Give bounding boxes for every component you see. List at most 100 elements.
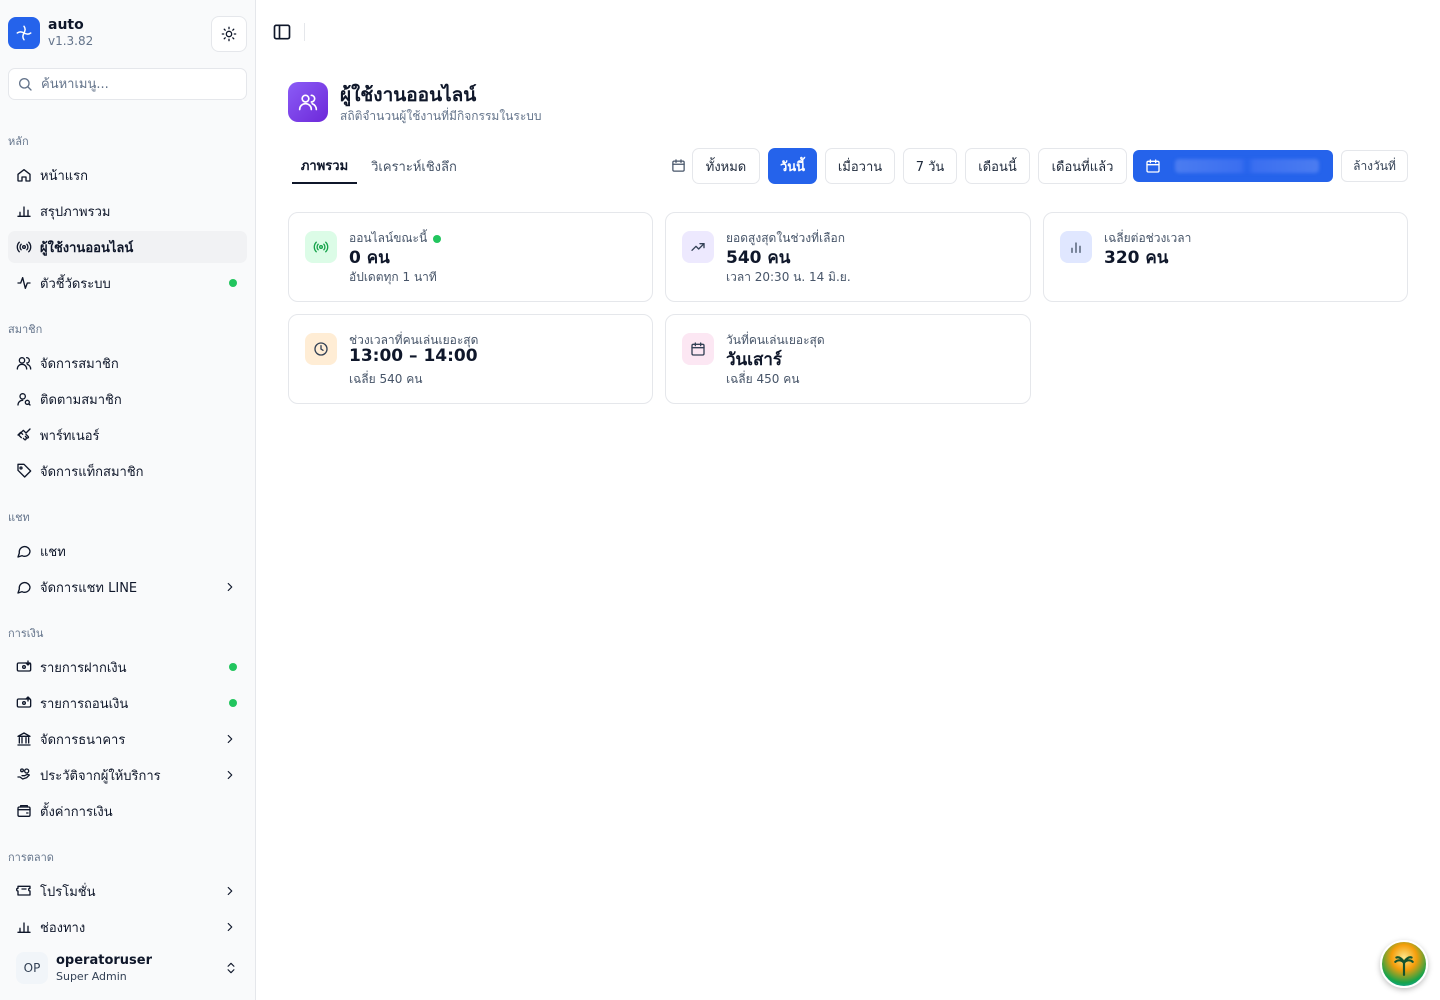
- chevron-right-icon: [223, 732, 237, 746]
- filter-today-button[interactable]: วันนี้: [768, 148, 817, 184]
- stat-card-online-now: ออนไลน์ขณะนี้ 0 คน อัปเดตทุก 1 นาที: [288, 212, 653, 302]
- sidebar-item-label: ประวัติจากผู้ให้บริการ: [40, 768, 161, 784]
- floating-assistant-button[interactable]: [1380, 940, 1428, 988]
- clear-dates-button[interactable]: ล้างวันที่: [1341, 150, 1408, 182]
- chevron-right-icon: [223, 580, 237, 594]
- sidebar-item-label: ติดตามสมาชิก: [40, 392, 122, 408]
- wallet-icon: [16, 803, 32, 819]
- stat-subtext: เวลา 20:30 น. 14 มิ.ย.: [726, 270, 851, 284]
- tab-overview[interactable]: ภาพรวม: [292, 148, 357, 184]
- app-version: v1.3.82: [48, 34, 94, 48]
- user-menu[interactable]: OP operatoruser Super Admin: [8, 948, 248, 988]
- users-icon: [288, 82, 328, 122]
- users-icon: [16, 355, 32, 371]
- date-range-picker[interactable]: [1133, 150, 1333, 182]
- chevron-right-icon: [223, 920, 237, 934]
- sidebar-item-label: ตั้งค่าการเงิน: [40, 804, 113, 820]
- broadcast-icon: [16, 239, 32, 255]
- status-dot: [229, 699, 237, 707]
- chevrons-up-down-icon: [224, 960, 238, 980]
- sidebar-item[interactable]: ตัวชี้วัดระบบ: [8, 267, 247, 299]
- sidebar-item-label: พาร์ทเนอร์: [40, 428, 100, 444]
- theme-toggle-button[interactable]: [211, 16, 247, 52]
- stat-subtext: เฉลี่ย 540 คน: [349, 372, 423, 386]
- sidebar-item[interactable]: ผู้ใช้งานออนไลน์: [8, 231, 247, 263]
- sidebar-item-label: ช่องทาง: [40, 920, 86, 936]
- sidebar-item[interactable]: พาร์ทเนอร์: [8, 419, 247, 451]
- chevron-right-icon: [223, 768, 237, 782]
- sidebar-item[interactable]: หน้าแรก: [8, 159, 247, 191]
- app-logo-icon: [8, 17, 40, 49]
- stat-card-peak-day: วันที่คนเล่นเยอะสุด วันเสาร์ เฉลี่ย 450 …: [665, 314, 1031, 404]
- bar-chart-icon: [16, 203, 32, 219]
- broadcast-icon: [305, 231, 337, 263]
- status-dot: [229, 663, 237, 671]
- sidebar-item-label: รายการฝากเงิน: [40, 660, 127, 676]
- sidebar-item[interactable]: จัดการแท็กสมาชิก: [8, 455, 247, 487]
- deposit-icon: [16, 659, 32, 675]
- chevron-right-icon: [223, 884, 237, 898]
- stat-value: วันเสาร์: [726, 350, 783, 370]
- trending-up-icon: [682, 231, 714, 263]
- home-icon: [16, 167, 32, 183]
- sidebar-item-label: สรุปภาพรวม: [40, 204, 111, 220]
- filter-this-month-button[interactable]: เดือนนี้: [965, 148, 1030, 184]
- stat-subtext: อัปเดตทุก 1 นาที: [349, 270, 437, 284]
- sidebar-item[interactable]: รายการฝากเงิน: [8, 651, 247, 683]
- sidebar-item-label: ผู้ใช้งานออนไลน์: [40, 240, 134, 256]
- nav-group-label: การเงิน: [8, 627, 44, 640]
- stat-subtext: เฉลี่ย 450 คน: [726, 372, 800, 386]
- stat-value: 540 คน: [726, 248, 791, 268]
- calendar-icon: [1146, 159, 1160, 173]
- bar-chart-icon: [1060, 231, 1092, 263]
- sidebar-item-label: จัดการธนาคาร: [40, 732, 126, 748]
- sidebar-item-label: รายการถอนเงิน: [40, 696, 129, 712]
- avatar: OP: [16, 952, 48, 984]
- menu-search[interactable]: [8, 68, 247, 100]
- sidebar-item[interactable]: ประวัติจากผู้ให้บริการ: [8, 759, 247, 791]
- page-subtitle: สถิติจำนวนผู้ใช้งานที่มีกิจกรรมในระบบ: [340, 109, 542, 123]
- filter-yesterday-button[interactable]: เมื่อวาน: [825, 148, 895, 184]
- sidebar-toggle-button[interactable]: [272, 22, 292, 42]
- handshake-icon: [16, 427, 32, 443]
- panel-left-icon: [273, 24, 291, 40]
- tag-icon: [16, 463, 32, 479]
- sidebar-item[interactable]: รายการถอนเงิน: [8, 687, 247, 719]
- bank-icon: [16, 731, 32, 747]
- sidebar-item-label: โปรโมชั่น: [40, 884, 96, 900]
- sidebar-item[interactable]: แชท: [8, 535, 247, 567]
- search-icon: [19, 78, 32, 91]
- clock-icon: [305, 333, 337, 365]
- stat-card-peak-time: ช่วงเวลาที่คนเล่นเยอะสุด 13:00 – 14:00 เ…: [288, 314, 653, 404]
- filter-last-month-button[interactable]: เดือนที่แล้ว: [1038, 148, 1127, 184]
- sidebar-item[interactable]: จัดการสมาชิก: [8, 347, 247, 379]
- menu-search-input[interactable]: [41, 76, 231, 92]
- stat-value: 320 คน: [1104, 248, 1169, 268]
- activity-icon: [16, 275, 32, 291]
- sidebar-item[interactable]: ติดตามสมาชิก: [8, 383, 247, 415]
- sidebar-item[interactable]: ช่องทาง: [8, 911, 247, 943]
- message-circle-icon: [16, 579, 32, 595]
- sidebar-item-label: จัดการแท็กสมาชิก: [40, 464, 144, 480]
- date-range-value: [1175, 159, 1319, 173]
- sidebar: auto v1.3.82 หลักหน้าแรกสรุปภาพรวมผู้ใช้…: [0, 0, 256, 1000]
- tab-deep-analysis[interactable]: วิเคราะห์เชิงลึก: [364, 148, 464, 184]
- sidebar-item[interactable]: ตั้งค่าการเงิน: [8, 795, 247, 827]
- stat-value: 13:00 – 14:00: [349, 346, 478, 366]
- calendar-icon: [671, 158, 686, 177]
- palm-tree-icon: [1394, 956, 1414, 976]
- sidebar-item-label: จัดการสมาชิก: [40, 356, 119, 372]
- filter-7days-button[interactable]: 7 วัน: [903, 148, 957, 184]
- sidebar-item[interactable]: จัดการธนาคาร: [8, 723, 247, 755]
- sidebar-item-label: ตัวชี้วัดระบบ: [40, 276, 111, 292]
- hand-coins-icon: [16, 767, 32, 783]
- live-indicator: [433, 234, 442, 243]
- sidebar-item[interactable]: โปรโมชั่น: [8, 875, 247, 907]
- ticket-icon: [16, 883, 32, 899]
- withdraw-icon: [16, 695, 32, 711]
- sidebar-item[interactable]: จัดการแชท LINE: [8, 571, 247, 603]
- sidebar-item[interactable]: สรุปภาพรวม: [8, 195, 247, 227]
- user-search-icon: [16, 391, 32, 407]
- filter-all-button[interactable]: ทั้งหมด: [692, 148, 760, 184]
- stat-value: 0 คน: [349, 248, 390, 268]
